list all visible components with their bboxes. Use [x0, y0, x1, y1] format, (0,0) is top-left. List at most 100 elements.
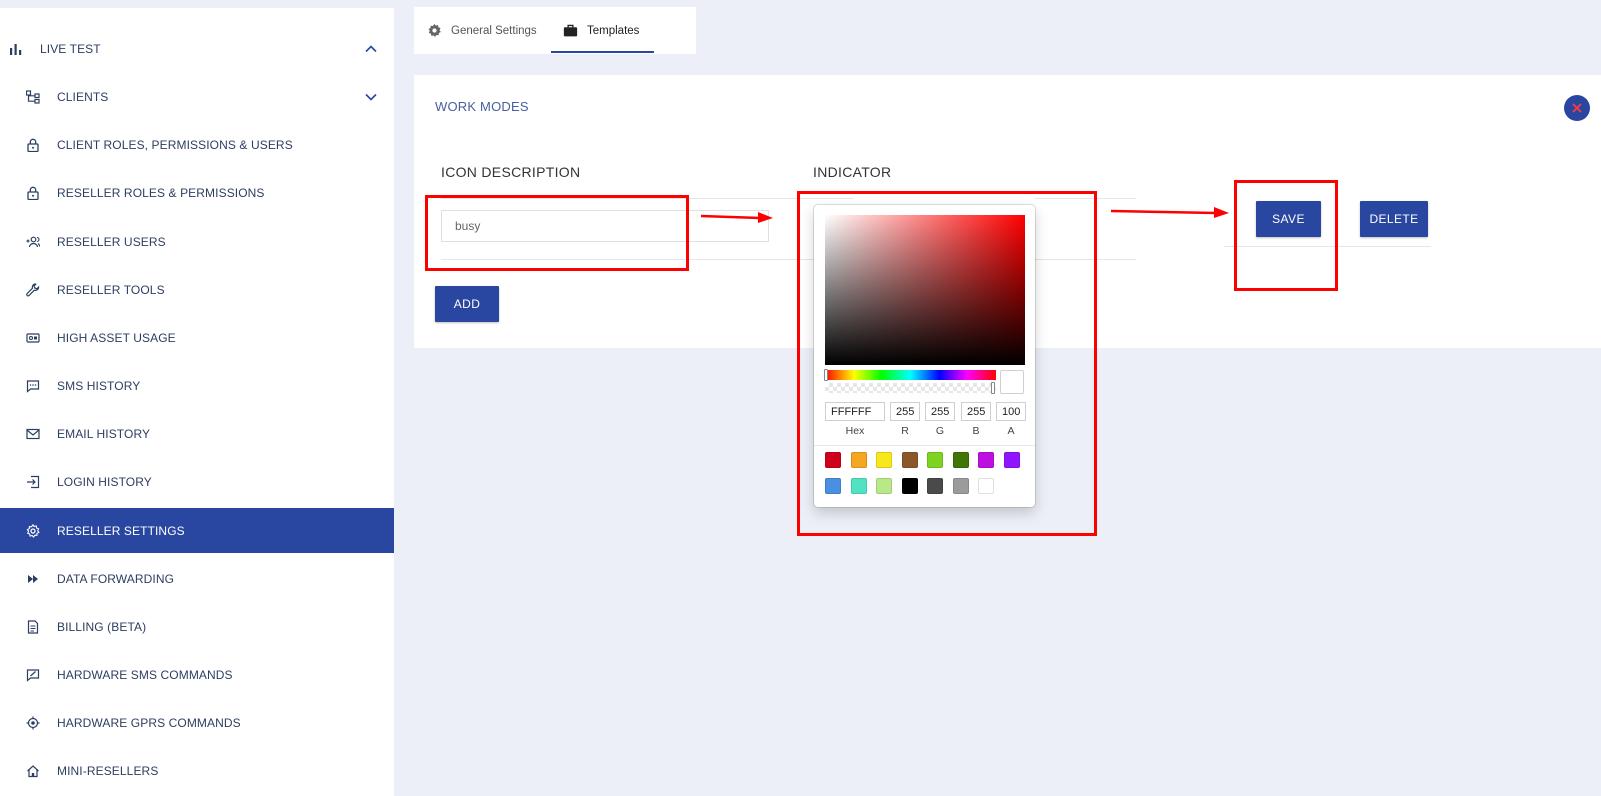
color-swatch[interactable] — [952, 452, 969, 468]
chevron-up-icon[interactable] — [364, 42, 378, 56]
bar-chart-icon — [9, 42, 23, 56]
sidebar-item-reseller-settings[interactable]: RESELLER SETTINGS — [0, 508, 394, 553]
row-divider — [1035, 198, 1136, 199]
lock-icon — [26, 138, 40, 152]
sidebar-item-label: CLIENT ROLES, PERMISSIONS & USERS — [57, 137, 293, 152]
blue-label: B — [972, 425, 980, 437]
sidebar-item-reseller-tools[interactable]: RESELLER TOOLS — [0, 267, 394, 312]
briefcase-icon — [563, 24, 578, 37]
home-icon — [26, 764, 40, 778]
picker-divider — [814, 445, 1035, 446]
tab-label: General Settings — [451, 24, 537, 37]
color-swatch[interactable] — [850, 452, 867, 468]
green-label: G — [935, 425, 945, 437]
sidebar-item-label: RESELLER TOOLS — [57, 282, 165, 297]
sidebar-item-reseller-users[interactable]: RESELLER USERS — [0, 219, 394, 264]
color-swatch[interactable] — [901, 478, 918, 494]
color-preview — [1000, 370, 1024, 394]
alpha-thumb[interactable] — [991, 382, 995, 394]
tab-label: Templates — [587, 24, 640, 37]
saturation-area[interactable] — [825, 215, 1025, 365]
color-swatch[interactable] — [876, 478, 892, 494]
hue-slider[interactable] — [824, 369, 996, 381]
hex-input[interactable] — [825, 402, 885, 421]
green-input[interactable] — [925, 402, 955, 421]
sidebar-item-data-forwarding[interactable]: DATA FORWARDING — [0, 556, 394, 601]
row-divider — [441, 198, 854, 199]
color-picker: Hex R G B A — [814, 205, 1035, 507]
sidebar-item-label: SMS HISTORY — [57, 378, 141, 393]
settings-tabs: General Settings Templates — [414, 7, 696, 54]
login-icon — [26, 475, 40, 489]
sidebar-item-reseller-roles[interactable]: RESELLER ROLES & PERMISSIONS — [0, 170, 394, 215]
chat-icon — [26, 379, 40, 393]
sidebar-item-hardware-sms-commands[interactable]: HARDWARE SMS COMMANDS — [0, 652, 394, 697]
sidebar-item-label: HIGH ASSET USAGE — [57, 330, 176, 345]
color-swatch[interactable] — [825, 452, 841, 468]
icon-description-input[interactable] — [441, 210, 769, 242]
red-label: R — [901, 425, 909, 437]
sidebar-item-label: DATA FORWARDING — [57, 571, 175, 586]
tab-general-settings[interactable]: General Settings — [427, 7, 537, 54]
row-divider — [1035, 259, 1136, 260]
sidebar-item-label: HARDWARE GPRS COMMANDS — [57, 715, 241, 730]
color-swatch[interactable] — [850, 478, 867, 494]
wrench-icon — [26, 282, 40, 297]
chevron-down-icon[interactable] — [364, 90, 378, 104]
hierarchy-icon — [26, 89, 40, 104]
message-edit-icon — [26, 668, 40, 682]
fast-forward-icon — [26, 572, 40, 586]
color-swatch[interactable] — [927, 478, 943, 494]
target-icon — [26, 716, 40, 730]
alpha-input[interactable] — [996, 402, 1026, 421]
color-swatch[interactable] — [978, 452, 994, 468]
sidebar-item-client-roles[interactable]: CLIENT ROLES, PERMISSIONS & USERS — [0, 122, 394, 167]
color-swatch[interactable] — [952, 478, 969, 494]
active-tab-indicator — [551, 51, 654, 53]
gear-icon — [428, 23, 441, 37]
sidebar-item-label: LOGIN HISTORY — [57, 474, 152, 489]
color-swatch[interactable] — [1003, 452, 1020, 468]
sidebar-item-label: CLIENTS — [57, 89, 109, 104]
color-swatch[interactable] — [876, 452, 892, 468]
sidebar-item-label: RESELLER SETTINGS — [57, 523, 185, 538]
sidebar-item-email-history[interactable]: EMAIL HISTORY — [0, 411, 394, 456]
close-icon — [1572, 103, 1582, 113]
sidebar-item-label: BILLING (BETA) — [57, 619, 147, 634]
sidebar-item-label: LIVE TEST — [40, 41, 101, 56]
delete-button[interactable]: DELETE — [1360, 201, 1428, 237]
sidebar-item-hardware-gprs-commands[interactable]: HARDWARE GPRS COMMANDS — [0, 700, 394, 745]
gear-icon — [26, 523, 40, 538]
save-button[interactable]: SAVE — [1256, 201, 1321, 237]
envelope-icon — [26, 427, 40, 441]
alpha-label: A — [1007, 425, 1015, 437]
sidebar-item-label: RESELLER ROLES & PERMISSIONS — [57, 185, 265, 200]
row-divider — [441, 259, 854, 260]
sidebar-item-mini-resellers[interactable]: MINI-RESELLERS — [0, 748, 394, 793]
color-swatch[interactable] — [825, 478, 841, 494]
column-header-icon-description: ICON DESCRIPTION — [441, 164, 581, 180]
color-swatch[interactable] — [978, 478, 994, 494]
sidebar-item-sms-history[interactable]: SMS HISTORY — [0, 363, 394, 408]
sidebar-item-label: EMAIL HISTORY — [57, 426, 151, 441]
red-input[interactable] — [890, 402, 920, 421]
close-button[interactable] — [1564, 95, 1590, 121]
sidebar-item-login-history[interactable]: LOGIN HISTORY — [0, 459, 394, 504]
alpha-slider[interactable] — [825, 382, 996, 394]
sidebar-item-label: RESELLER USERS — [57, 234, 166, 249]
sidebar-item-clients[interactable]: CLIENTS — [0, 74, 394, 119]
tab-templates[interactable]: Templates — [563, 7, 639, 54]
row-divider — [1224, 246, 1431, 247]
blue-input[interactable] — [961, 402, 991, 421]
sidebar-item-live-test[interactable]: LIVE TEST — [0, 26, 394, 71]
document-icon — [26, 619, 40, 634]
hex-label: Hex — [845, 425, 865, 437]
color-swatch[interactable] — [927, 452, 943, 468]
sidebar-item-billing[interactable]: BILLING (BETA) — [0, 604, 394, 649]
sidebar-item-high-asset-usage[interactable]: HIGH ASSET USAGE — [0, 315, 394, 360]
add-users-icon — [26, 235, 40, 249]
hue-thumb[interactable] — [824, 369, 828, 381]
add-button[interactable]: ADD — [435, 286, 499, 322]
color-swatch[interactable] — [901, 452, 918, 468]
card-title: WORK MODES — [435, 99, 529, 114]
